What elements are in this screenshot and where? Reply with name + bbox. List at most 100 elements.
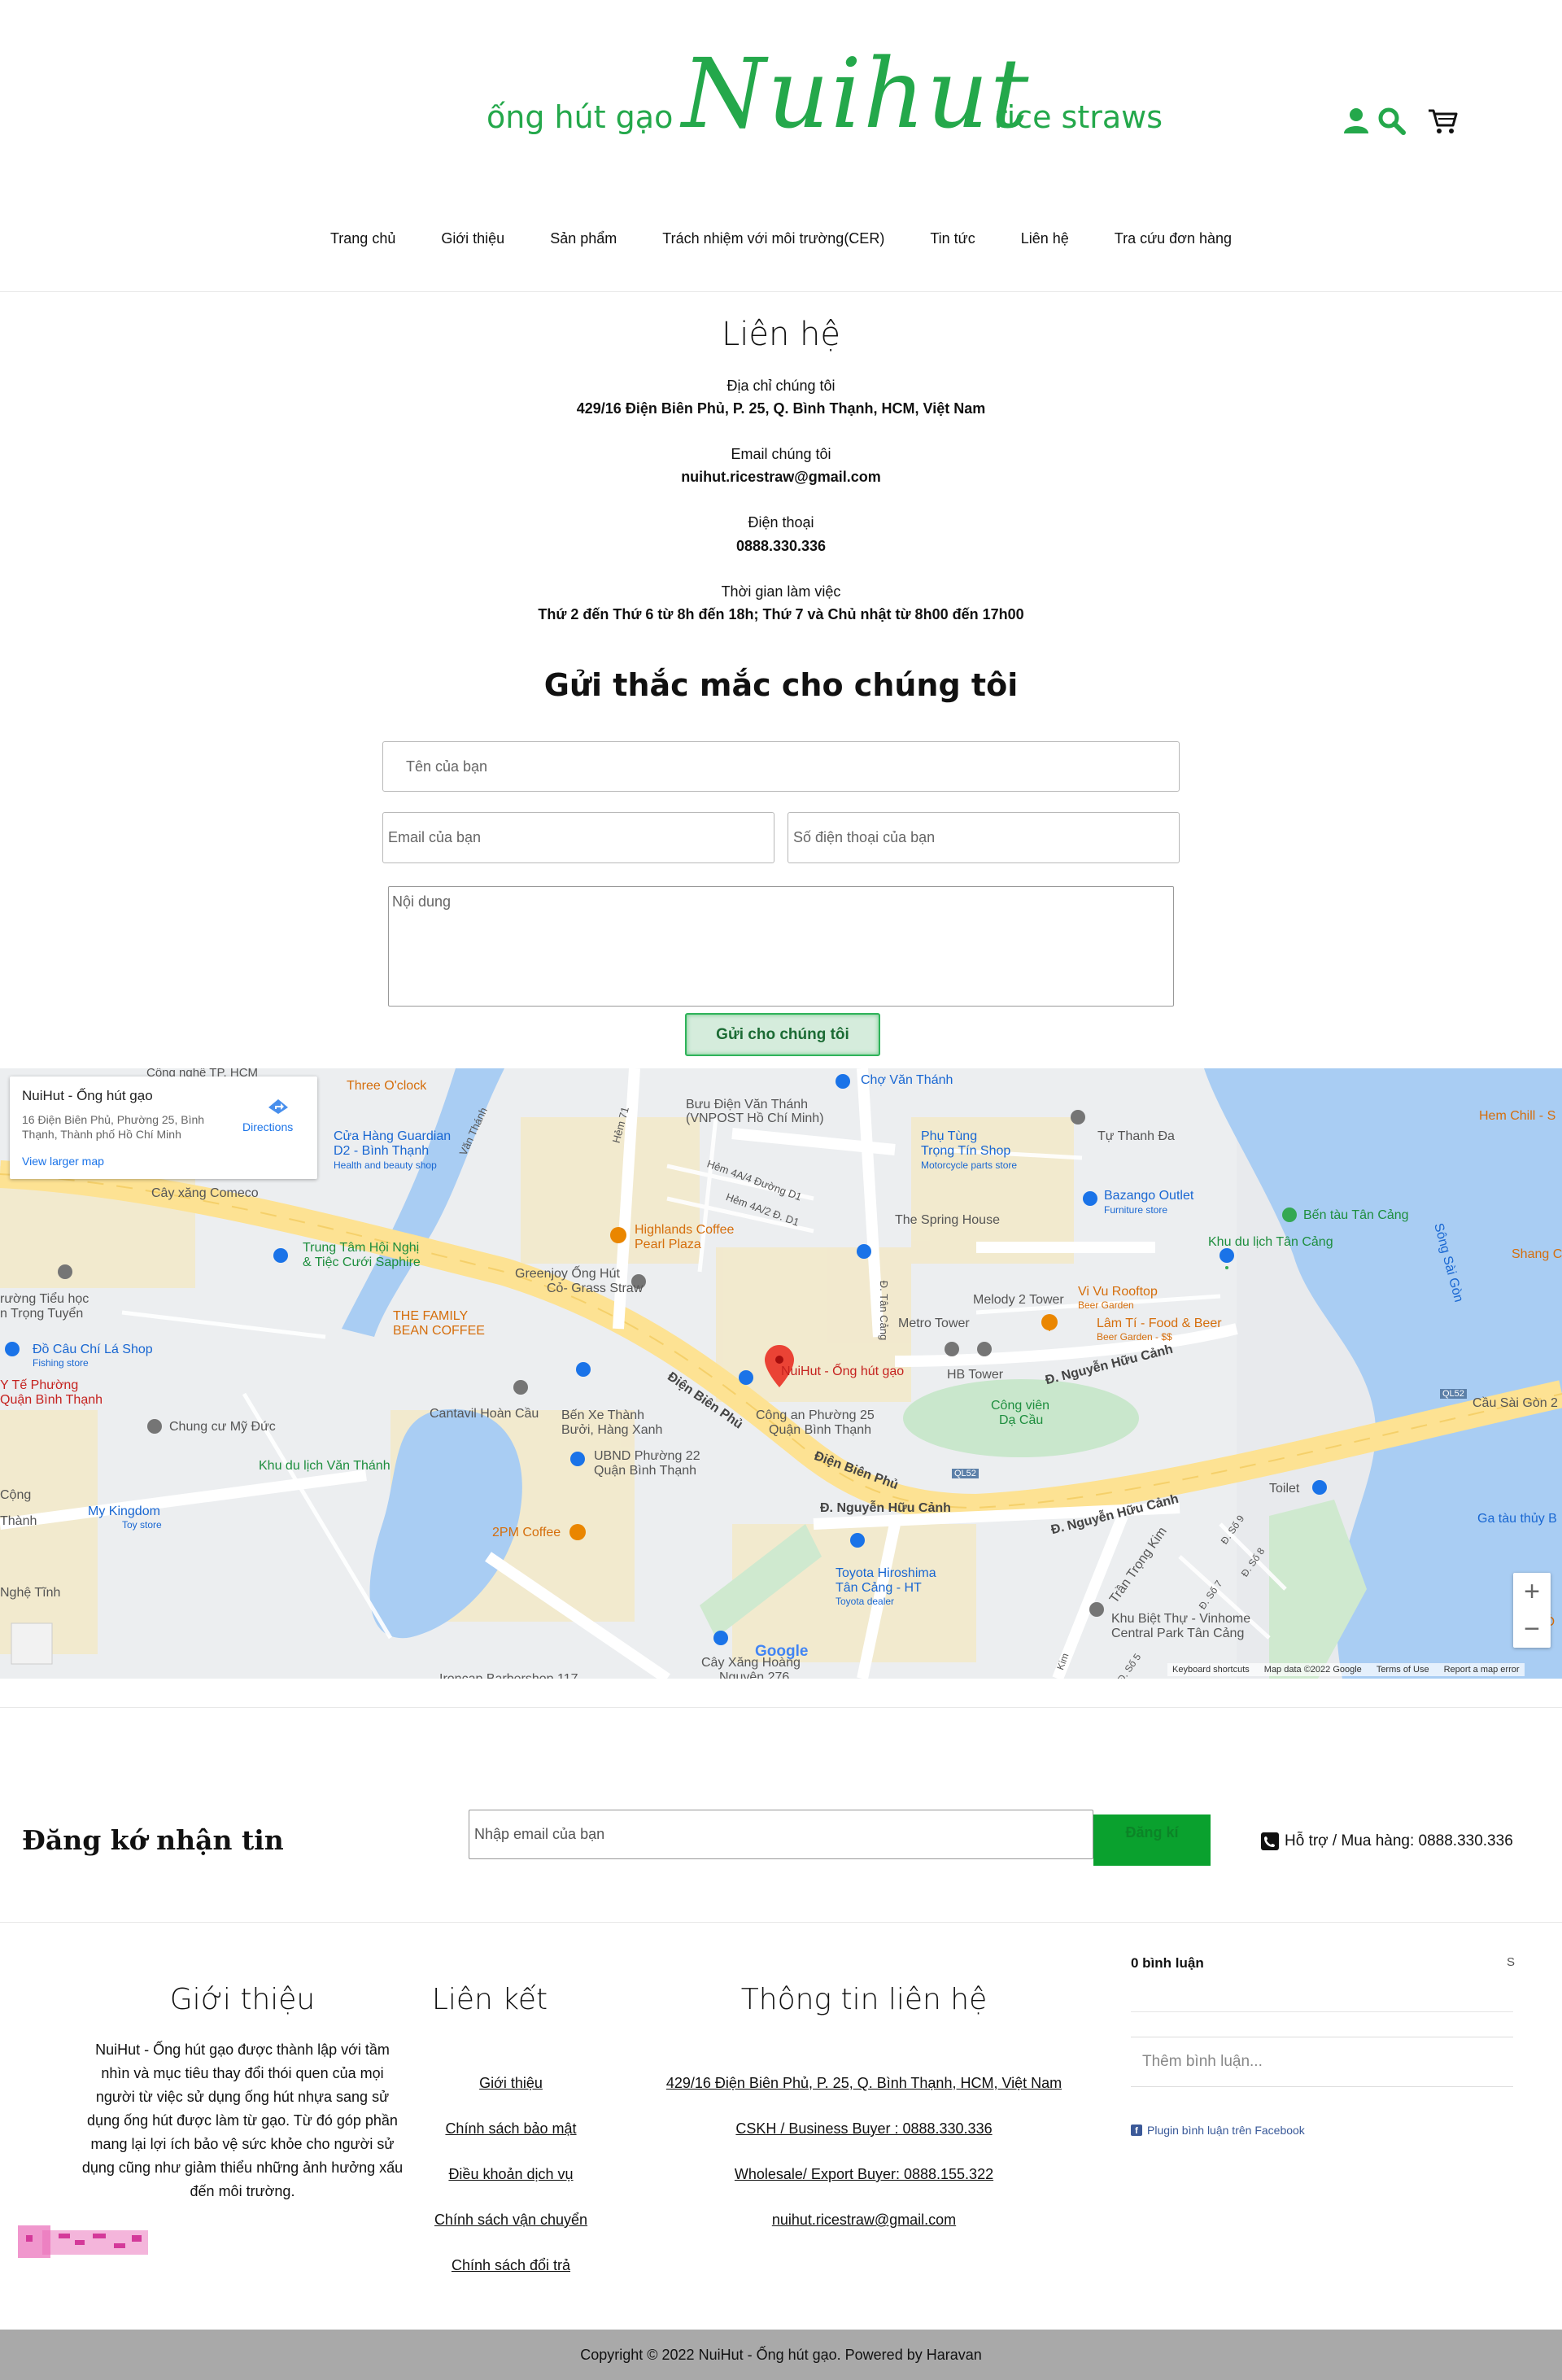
search-icon[interactable]	[1375, 104, 1407, 137]
nav-item-environment[interactable]: Trách nhiệm với môi trường(CER)	[639, 230, 907, 247]
zoom-in-button[interactable]: +	[1513, 1573, 1551, 1610]
map-label: My Kingdom	[88, 1504, 160, 1518]
logo-tagline-right: rice straws	[994, 99, 1163, 135]
footer-info-wholesale[interactable]: Wholesale/ Export Buyer: 0888.155.322	[640, 2166, 1088, 2183]
map-label: Dạ Cầu	[999, 1413, 1044, 1427]
content-textarea[interactable]: Nội dung	[388, 886, 1174, 1007]
map-label: Chung cư Mỹ Đức	[169, 1420, 276, 1434]
map-label: QL52	[1440, 1389, 1467, 1399]
map-label: Công an Phường 25	[756, 1408, 875, 1422]
footer-links-title: Liên kết	[431, 1983, 548, 2016]
footer-link-shipping[interactable]: Chính sách vận chuyển	[348, 2212, 674, 2229]
header-divider	[0, 291, 1562, 292]
footer-link-returns[interactable]: Chính sách đổi trả	[348, 2257, 674, 2274]
footer-link-privacy[interactable]: Chính sách bảo mật	[348, 2120, 674, 2138]
nav-item-news[interactable]: Tin tức	[907, 230, 997, 247]
newsletter-subscribe-button[interactable]: Đăng kí	[1093, 1814, 1211, 1866]
footer-link-terms[interactable]: Điều khoản dịch vụ	[348, 2166, 674, 2183]
map-label: Vi Vu Rooftop	[1078, 1285, 1158, 1299]
fb-comment-input[interactable]: Thêm bình luận...	[1131, 2037, 1513, 2087]
map-label: Đ. Nguyễn Hữu Cảnh	[820, 1501, 951, 1515]
footer-info-title: Thông tin liên hệ	[740, 1983, 988, 2016]
map-label: & Tiệc Cưới Saphire	[303, 1256, 421, 1269]
map-label: BEAN COFFEE	[393, 1324, 485, 1338]
map-label: Cantavil Hoàn Cầu	[430, 1407, 539, 1421]
map-label: Pearl Plaza	[635, 1238, 701, 1251]
copyright-text: Copyright © 2022 NuiHut - Ống hút gạo. P…	[580, 2346, 982, 2363]
phone-label: Điện thoại	[748, 514, 814, 531]
map-label: Chợ Văn Thánh	[861, 1073, 953, 1087]
support-phone-text: Hỗ trợ / Mua hàng: 0888.330.336	[1285, 1832, 1513, 1849]
page-title: Liên hệ	[721, 316, 841, 353]
form-title: Gửi thắc mắc cho chúng tôi	[543, 667, 1019, 703]
dmca-badge[interactable]	[18, 2219, 151, 2263]
map-label: Bưởi, Hàng Xanh	[561, 1423, 663, 1437]
map-label: Health and beauty shop	[334, 1159, 437, 1171]
nav-item-home[interactable]: Trang chủ	[308, 230, 418, 247]
map-card-address: 16 Điện Biên Phủ, Phường 25, Bình Thạnh,…	[22, 1113, 205, 1141]
map-label: D2 - Bình Thạnh	[334, 1144, 430, 1158]
logo[interactable]: Nuihut	[682, 46, 1030, 142]
cart-icon[interactable]	[1426, 104, 1459, 137]
email-input[interactable]: Email của bạn	[382, 812, 774, 863]
copyright-bar: Copyright © 2022 NuiHut - Ống hút gạo. P…	[0, 2330, 1562, 2380]
fb-plugin-link[interactable]: f Plugin bình luận trên Facebook	[1131, 2124, 1305, 2137]
map-label: Toyota Hiroshima	[836, 1566, 936, 1580]
map-label: Nghệ Tĩnh	[0, 1586, 61, 1600]
map-pin-label[interactable]: NuiHut - Ống hút gạo	[781, 1365, 904, 1379]
hours-label: Thời gian làm việc	[721, 583, 841, 600]
footer-info-cskh[interactable]: CSKH / Business Buyer : 0888.330.336	[640, 2120, 1088, 2138]
phone-icon	[1261, 1832, 1279, 1850]
phone-input[interactable]: Số điện thoại của bạn	[788, 812, 1180, 863]
keyboard-shortcuts-link[interactable]: Keyboard shortcuts	[1172, 1665, 1250, 1675]
map-label: Trọng Tín Shop	[921, 1144, 1011, 1158]
newsletter-divider	[0, 1922, 1562, 1923]
fb-sort-dropdown[interactable]: S	[1507, 1955, 1515, 1969]
map-label: Quận Bình Thạnh	[0, 1393, 103, 1407]
map-label: Tân Cảng - HT	[836, 1581, 922, 1595]
email-label: Email chúng tôi	[731, 446, 831, 462]
footer-info-email[interactable]: nuihut.ricestraw@gmail.com	[640, 2212, 1088, 2229]
footer-info-address[interactable]: 429/16 Điện Biên Phủ, P. 25, Q. Bình Thạ…	[640, 2075, 1088, 2092]
name-input[interactable]: Tên của bạn	[382, 741, 1180, 792]
map-label: Ga tàu thủy B	[1477, 1512, 1557, 1526]
map-label: Công viên	[991, 1399, 1050, 1413]
nav-item-order-lookup[interactable]: Tra cứu đơn hàng	[1092, 230, 1254, 247]
map-label: Y Tế Phường	[0, 1378, 79, 1392]
map-label: Cửa Hàng Guardian	[334, 1129, 452, 1143]
phone-value: 0888.330.336	[735, 538, 827, 554]
directions-icon[interactable]	[267, 1098, 290, 1116]
footer-link-about[interactable]: Giới thiệu	[348, 2075, 674, 2092]
hours-value: Thứ 2 đến Thứ 6 từ 8h đến 18h; Thứ 7 và …	[538, 606, 1024, 622]
map-label: Thành	[0, 1514, 37, 1528]
map-label: Lâm Tí - Food & Beer	[1097, 1317, 1222, 1330]
newsletter-email-input[interactable]: Nhập email của bạn	[469, 1810, 1093, 1859]
nav-item-contact[interactable]: Liên hệ	[998, 230, 1092, 247]
directions-link[interactable]: Directions	[242, 1120, 293, 1133]
map-label: Ironcap Barbershop 117	[439, 1672, 578, 1679]
view-larger-map-link[interactable]: View larger map	[22, 1155, 104, 1168]
map-label: Tự Thanh Đa	[1097, 1129, 1175, 1143]
map-label: Furniture store	[1104, 1204, 1168, 1216]
map-divider	[0, 1707, 1562, 1708]
footer-about-title: Giới thiệu	[169, 1983, 316, 2016]
map-label: Cộng	[0, 1488, 32, 1502]
google-logo: Google	[755, 1643, 809, 1660]
map-label: Bazango Outlet	[1104, 1189, 1194, 1203]
user-icon[interactable]	[1340, 104, 1372, 137]
map-label: Fishing store	[33, 1357, 89, 1369]
nav-item-about[interactable]: Giới thiệu	[418, 230, 527, 247]
map-zoom-controls: + −	[1513, 1573, 1551, 1648]
map-label: rường Tiểu học	[0, 1292, 89, 1306]
map-label: Đ. Tân Cảng	[878, 1280, 891, 1341]
address-value: 429/16 Điện Biên Phủ, P. 25, Q. Bình Thạ…	[576, 400, 986, 417]
map-label: (VNPOST Hồ Chí Minh)	[686, 1111, 824, 1125]
submit-button[interactable]: Gửi cho chúng tôi	[685, 1013, 880, 1056]
map-label: HB Tower	[947, 1368, 1004, 1382]
report-error-link[interactable]: Report a map error	[1444, 1665, 1520, 1675]
nav-item-products[interactable]: Sản phẩm	[527, 230, 639, 247]
map-label: Motorcycle parts store	[921, 1159, 1018, 1171]
zoom-out-button[interactable]: −	[1513, 1610, 1551, 1648]
main-nav: Trang chủ Giới thiệu Sản phẩm Trách nhiệ…	[0, 230, 1562, 247]
terms-link[interactable]: Terms of Use	[1377, 1665, 1429, 1675]
